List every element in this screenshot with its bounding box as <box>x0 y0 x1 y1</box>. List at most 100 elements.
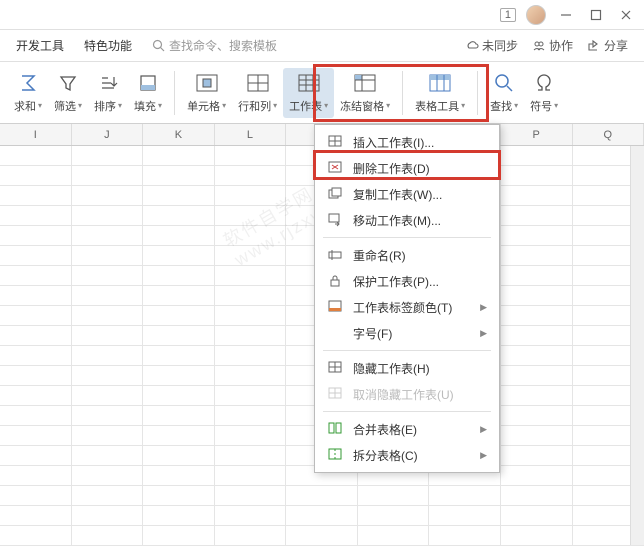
cell[interactable] <box>0 326 72 345</box>
cell[interactable] <box>501 286 573 305</box>
menu-hide-worksheet[interactable]: 隐藏工作表(H) <box>315 355 499 381</box>
cell[interactable] <box>215 346 287 365</box>
cell[interactable] <box>0 146 72 165</box>
cell[interactable] <box>0 526 72 545</box>
menu-protect-worksheet[interactable]: 保护工作表(P)... <box>315 268 499 294</box>
cell[interactable] <box>501 526 573 545</box>
cell[interactable] <box>501 186 573 205</box>
menu-tab-color[interactable]: 工作表标签颜色(T) ▶ <box>315 294 499 320</box>
tab-features[interactable]: 特色功能 <box>84 37 132 54</box>
cell[interactable] <box>143 246 215 265</box>
menu-font-size[interactable]: 字号(F) ▶ <box>315 320 499 346</box>
cell[interactable] <box>72 506 144 525</box>
cell[interactable] <box>0 286 72 305</box>
cell[interactable] <box>215 226 287 245</box>
cell[interactable] <box>429 486 501 505</box>
cell[interactable] <box>72 206 144 225</box>
cell[interactable] <box>358 506 430 525</box>
cell[interactable] <box>143 326 215 345</box>
find-button[interactable]: 查找▾ <box>484 68 524 118</box>
cell[interactable] <box>72 326 144 345</box>
cell[interactable] <box>143 146 215 165</box>
symbol-button[interactable]: 符号▾ <box>524 68 564 118</box>
cell[interactable] <box>72 466 144 485</box>
cell[interactable] <box>143 306 215 325</box>
coop-button[interactable]: 协作 <box>532 37 573 54</box>
cell[interactable] <box>501 486 573 505</box>
cell[interactable] <box>143 286 215 305</box>
cell[interactable] <box>0 226 72 245</box>
sync-button[interactable]: 未同步 <box>465 37 518 54</box>
cell[interactable] <box>0 206 72 225</box>
col-header[interactable]: Q <box>573 124 644 145</box>
sum-button[interactable]: 求和▾ <box>8 68 48 118</box>
menu-insert-worksheet[interactable]: 插入工作表(I)... <box>315 129 499 155</box>
cell[interactable] <box>0 386 72 405</box>
cell[interactable] <box>429 526 501 545</box>
cell[interactable] <box>0 366 72 385</box>
rowcol-button[interactable]: 行和列▾ <box>232 68 283 118</box>
cell[interactable] <box>0 506 72 525</box>
cell[interactable] <box>501 266 573 285</box>
cell[interactable] <box>0 486 72 505</box>
menu-delete-worksheet[interactable]: 删除工作表(D) <box>315 155 499 181</box>
cell[interactable] <box>358 486 430 505</box>
cell[interactable] <box>72 186 144 205</box>
cell[interactable] <box>429 506 501 525</box>
cell[interactable] <box>0 306 72 325</box>
cell[interactable] <box>501 466 573 485</box>
cell[interactable] <box>501 206 573 225</box>
share-button[interactable]: 分享 <box>587 37 628 54</box>
cell[interactable] <box>215 146 287 165</box>
cell[interactable] <box>143 526 215 545</box>
cell[interactable] <box>358 526 430 545</box>
cell[interactable] <box>143 486 215 505</box>
cell[interactable] <box>501 386 573 405</box>
cell[interactable] <box>501 506 573 525</box>
cell[interactable] <box>0 406 72 425</box>
cell[interactable] <box>72 426 144 445</box>
col-header[interactable]: K <box>143 124 215 145</box>
filter-button[interactable]: 筛选▾ <box>48 68 88 118</box>
cell[interactable] <box>215 206 287 225</box>
cell[interactable] <box>0 346 72 365</box>
cell[interactable] <box>143 226 215 245</box>
cell[interactable] <box>286 506 358 525</box>
cell[interactable] <box>143 406 215 425</box>
freeze-button[interactable]: 冻结窗格▾ <box>334 68 396 118</box>
col-header[interactable]: P <box>501 124 573 145</box>
close-button[interactable] <box>616 5 636 25</box>
cell[interactable] <box>0 186 72 205</box>
cell[interactable] <box>0 446 72 465</box>
cell[interactable] <box>143 466 215 485</box>
cell[interactable] <box>501 406 573 425</box>
cell[interactable] <box>215 466 287 485</box>
cell[interactable] <box>286 526 358 545</box>
search-box[interactable]: 查找命令、搜索模板 <box>152 37 277 54</box>
cell[interactable] <box>143 206 215 225</box>
minimize-button[interactable] <box>556 5 576 25</box>
cell[interactable] <box>72 226 144 245</box>
cell[interactable] <box>215 166 287 185</box>
cell-button[interactable]: 单元格▾ <box>181 68 232 118</box>
cell[interactable] <box>501 226 573 245</box>
cell[interactable] <box>215 446 287 465</box>
menu-rename[interactable]: 重命名(R) <box>315 242 499 268</box>
cell[interactable] <box>215 326 287 345</box>
cell[interactable] <box>501 326 573 345</box>
cell[interactable] <box>286 486 358 505</box>
menu-merge-tables[interactable]: 合并表格(E) ▶ <box>315 416 499 442</box>
cell[interactable] <box>0 166 72 185</box>
col-header[interactable]: I <box>0 124 72 145</box>
cell[interactable] <box>143 446 215 465</box>
menu-move-worksheet[interactable]: 移动工作表(M)... <box>315 207 499 233</box>
cell[interactable] <box>72 266 144 285</box>
avatar[interactable] <box>526 5 546 25</box>
cell[interactable] <box>143 266 215 285</box>
cell[interactable] <box>215 366 287 385</box>
cell[interactable] <box>72 306 144 325</box>
worksheet-button[interactable]: 工作表▾ <box>283 68 334 118</box>
cell[interactable] <box>0 466 72 485</box>
cell[interactable] <box>215 486 287 505</box>
cell[interactable] <box>72 286 144 305</box>
